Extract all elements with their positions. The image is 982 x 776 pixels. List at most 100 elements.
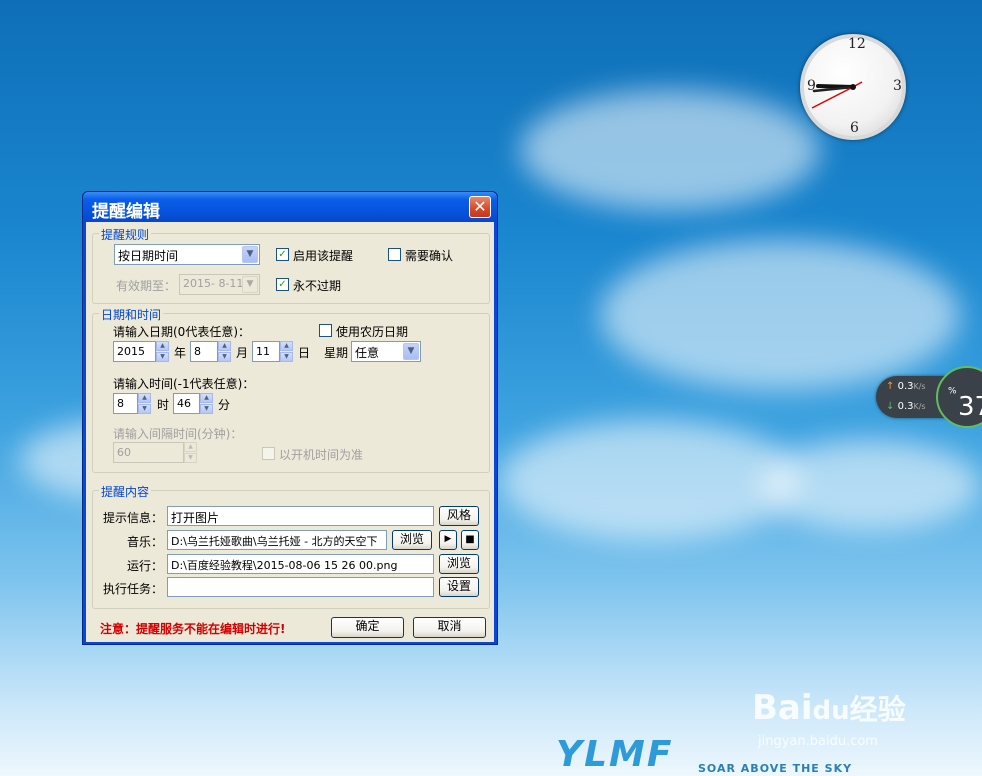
weekday-label: 星期	[324, 346, 349, 360]
datetime-group: 日期和时间 请输入日期(0代表任意)： 使用农历日期 2015 ▲ ▼ 年 8 ▲…	[92, 306, 490, 473]
month-value: 8	[194, 345, 201, 358]
close-icon: ✕	[473, 197, 487, 216]
ok-button[interactable]: 确定	[331, 617, 404, 638]
run-path-input[interactable]: D:\百度经验教程\2015-08-06 15 26 00.png	[167, 554, 434, 574]
download-speed: ↓ 0.3K/s	[886, 401, 926, 412]
message-value: 打开图片	[171, 511, 220, 525]
stop-icon: ■	[465, 534, 475, 545]
spin-up-icon[interactable]: ▲	[218, 341, 231, 351]
download-speed-unit: K/s	[913, 402, 926, 411]
weekday-select[interactable]: 任意 ▼	[351, 341, 421, 362]
spin-up-icon[interactable]: ▲	[280, 341, 293, 351]
upload-speed-value: 0.3	[897, 381, 914, 392]
cpu-gauge-percent-sign: %	[948, 386, 957, 397]
baidu-brand: Bai	[752, 688, 813, 728]
valid-until-value: 2015- 8-11	[183, 277, 244, 290]
year-unit: 年	[174, 346, 187, 360]
cloud	[520, 90, 820, 210]
never-expire-label: 永不过期	[293, 279, 342, 293]
chevron-down-icon: ▼	[403, 343, 419, 360]
year-value: 2015	[117, 345, 145, 358]
cpu-gauge-value: 37	[958, 392, 982, 422]
spin-down-icon[interactable]: ▼	[200, 404, 213, 414]
valid-until-date-picker[interactable]: 2015- 8-11 ▼	[179, 274, 260, 295]
interval-prompt: 请输入间隔时间(分钟)：	[113, 427, 243, 441]
enable-reminder-label: 启用该提醒	[293, 249, 354, 263]
close-button[interactable]: ✕	[469, 196, 491, 218]
month-spinner[interactable]: 8 ▲ ▼	[190, 341, 231, 362]
chevron-down-icon: ▼	[242, 276, 258, 293]
dialog-client-area: 提醒规则 按日期时间 ▼ ✓ 启用该提醒 需要确认 有效期至： 2015- 8-…	[86, 222, 494, 642]
minute-value: 46	[177, 397, 191, 410]
need-confirm-label: 需要确认	[405, 249, 454, 263]
boot-time-checkbox[interactable]	[262, 447, 275, 460]
spin-down-icon[interactable]: ▼	[280, 352, 293, 362]
clock-gadget[interactable]: 12 3 6 9	[800, 34, 906, 140]
lunar-date-checkbox[interactable]	[319, 324, 332, 337]
day-spinner[interactable]: 11 ▲ ▼	[252, 341, 293, 362]
minute-unit: 分	[218, 398, 231, 412]
play-button[interactable]: ▶	[439, 530, 457, 550]
content-group: 提醒内容 提示信息： 打开图片 风格 音乐： D:\乌兰托娅歌曲\乌兰托娅 - …	[92, 483, 490, 609]
interval-value: 60	[117, 446, 131, 459]
run-path-value: D:\百度经验教程\2015-08-06 15 26 00.png	[171, 559, 398, 572]
download-speed-value: 0.3	[897, 401, 914, 412]
stop-button[interactable]: ■	[461, 530, 479, 550]
rules-legend: 提醒规则	[99, 226, 152, 243]
cancel-button[interactable]: 取消	[413, 617, 486, 638]
task-input[interactable]	[167, 577, 434, 597]
cloud	[600, 240, 960, 390]
spin-up-icon[interactable]: ▲	[184, 442, 197, 452]
music-path-input[interactable]: D:\乌兰托娅歌曲\乌兰托娅 - 北方的天空下	[167, 530, 387, 550]
spin-up-icon[interactable]: ▲	[156, 341, 169, 351]
weekday-value: 任意	[355, 346, 380, 360]
reminder-edit-dialog: 提醒编辑 ✕ 提醒规则 按日期时间 ▼ ✓ 启用该提醒 需要确认 有效期至： 2…	[82, 191, 498, 645]
content-legend: 提醒内容	[99, 483, 152, 500]
settings-button[interactable]: 设置	[439, 577, 479, 597]
baidu-paw-icon: du	[812, 696, 850, 726]
logo-tagline: SOAR ABOVE THE SKY	[698, 762, 853, 775]
spin-up-icon[interactable]: ▲	[200, 393, 213, 403]
enable-reminder-checkbox[interactable]: ✓	[276, 248, 289, 261]
cloud	[500, 420, 800, 540]
message-label: 提示信息：	[103, 511, 164, 525]
rule-type-value: 按日期时间	[118, 249, 179, 263]
never-expire-checkbox[interactable]: ✓	[276, 278, 289, 291]
browse-run-button[interactable]: 浏览	[439, 554, 479, 574]
minute-spinner[interactable]: 46 ▲ ▼	[173, 393, 213, 414]
dialog-titlebar[interactable]: 提醒编辑 ✕	[83, 192, 497, 222]
spin-down-icon[interactable]: ▼	[156, 352, 169, 362]
lunar-date-label: 使用农历日期	[336, 325, 409, 339]
watermark-url: jingyan.baidu.com	[758, 734, 878, 749]
ylmf-logo: YLMF	[556, 734, 673, 775]
spin-down-icon[interactable]: ▼	[218, 352, 231, 362]
rules-group: 提醒规则 按日期时间 ▼ ✓ 启用该提醒 需要确认 有效期至： 2015- 8-…	[92, 226, 490, 304]
hour-unit: 时	[157, 398, 170, 412]
task-label: 执行任务：	[103, 582, 164, 596]
ylmf-logo-text: YLMF	[556, 734, 674, 775]
music-label: 音乐：	[127, 535, 164, 549]
music-path-value: D:\乌兰托娅歌曲\乌兰托娅 - 北方的天空下	[171, 535, 378, 548]
time-prompt: 请输入时间(-1代表任意)：	[113, 377, 255, 391]
hour-spinner[interactable]: 8 ▲ ▼	[113, 393, 151, 414]
need-confirm-checkbox[interactable]	[388, 248, 401, 261]
run-label: 运行：	[127, 559, 164, 573]
month-unit: 月	[236, 346, 249, 360]
rule-type-select[interactable]: 按日期时间 ▼	[114, 244, 260, 265]
day-value: 11	[256, 345, 270, 358]
date-prompt: 请输入日期(0代表任意)：	[113, 325, 250, 339]
play-icon: ▶	[444, 534, 452, 544]
upload-speed-unit: K/s	[913, 382, 926, 391]
spin-down-icon[interactable]: ▼	[184, 453, 197, 463]
hour-value: 8	[117, 397, 124, 410]
upload-speed: ↑ 0.3K/s	[886, 381, 926, 392]
browse-music-button[interactable]: 浏览	[392, 530, 432, 550]
interval-spinner[interactable]: 60 ▲ ▼	[113, 442, 197, 463]
spin-down-icon[interactable]: ▼	[138, 404, 151, 414]
spin-up-icon[interactable]: ▲	[138, 393, 151, 403]
year-spinner[interactable]: 2015 ▲ ▼	[113, 341, 169, 362]
style-button[interactable]: 风格	[439, 506, 479, 526]
datetime-legend: 日期和时间	[99, 306, 164, 323]
jingyan-text: 经验	[849, 693, 906, 726]
message-input[interactable]: 打开图片	[167, 506, 434, 526]
